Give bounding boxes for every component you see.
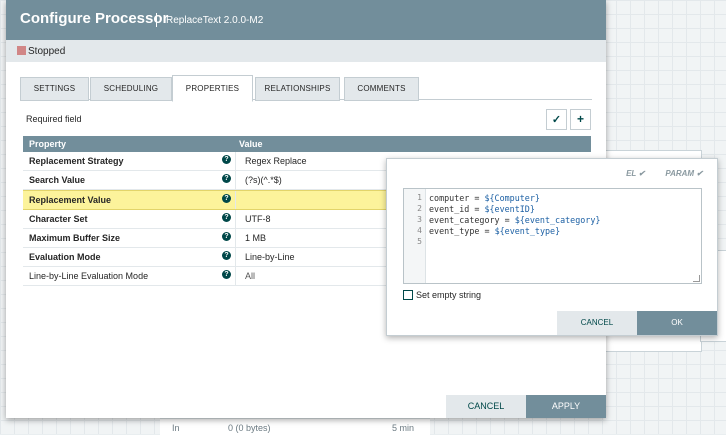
help-icon[interactable]: ? [222,174,231,183]
empty-string-checkbox[interactable] [403,290,413,300]
status-text: Stopped [28,46,66,57]
background-connection-stats: In 0 (0 bytes) 5 min [160,418,430,435]
tab-comments[interactable]: COMMENTS [344,77,419,101]
help-icon[interactable]: ? [222,251,231,260]
line-number: 1 [417,193,422,202]
help-icon[interactable]: ? [222,194,231,203]
property-name: Search Value [29,175,86,185]
property-value[interactable]: Line-by-Line [245,252,295,262]
property-value[interactable]: UTF-8 [245,214,271,224]
check-circle-icon: ✓ [551,114,562,126]
resize-handle[interactable] [693,275,700,282]
stopped-icon [17,46,26,55]
property-name: Replacement Value [29,195,112,205]
code-text: event_type = [429,226,495,236]
expression-text: ${event_type} [494,226,561,236]
column-divider [235,248,236,266]
tab-settings[interactable]: SETTINGS [20,77,89,101]
line-number: 3 [417,215,422,224]
line-number-gutter: 1 2 3 4 5 [404,189,426,283]
editor-flags: EL ✔ PARAM ✔ [608,169,703,178]
code-line: computer = ${Computer} [429,193,540,203]
expression-text: ${event_category} [514,215,601,225]
dialog-title: Configure Processor [20,10,169,27]
expression-text: ${eventID} [484,204,535,214]
tab-properties[interactable]: PROPERTIES [172,75,253,102]
code-text: event_category = [429,215,515,225]
dialog-subtitle: ReplaceText 2.0.0-M2 [166,15,264,26]
verify-button[interactable]: ✓ [546,109,567,130]
stats-in-label: In [172,423,180,433]
expression-text: ${Computer} [484,193,540,203]
required-field-note: Required field [26,114,82,124]
property-name: Replacement Strategy [29,156,124,166]
property-value[interactable]: All [245,271,255,281]
line-number: 2 [417,204,422,213]
column-divider [235,267,236,285]
table-header: Property Value [23,136,591,152]
header-value: Value [239,139,263,149]
property-value[interactable]: 1 MB [245,233,266,243]
code-line: event_category = ${event_category} [429,215,600,225]
add-property-button[interactable]: + [570,109,591,130]
help-icon[interactable]: ? [222,213,231,222]
stats-time: 5 min [392,423,415,433]
help-icon[interactable]: ? [222,232,231,241]
help-icon[interactable]: ? [222,270,231,279]
tab-scheduling[interactable]: SCHEDULING [90,77,172,101]
property-name: Evaluation Mode [29,252,101,262]
property-value-editor: EL ✔ PARAM ✔ 1 2 3 4 5 computer = ${Comp… [386,158,718,336]
plus-icon: + [576,112,584,126]
column-divider [235,191,236,209]
code-line: event_id = ${eventID} [429,204,535,214]
column-divider [235,229,236,247]
property-value[interactable]: Regex Replace [245,156,307,166]
column-divider [235,152,236,170]
code-text: computer = [429,193,485,203]
stats-bytes: 0 (0 bytes) [228,423,271,433]
column-divider [235,210,236,228]
status-bar: Stopped [6,40,606,62]
help-icon[interactable]: ? [222,155,231,164]
editor-ok-button[interactable]: OK [637,311,717,335]
cancel-button[interactable]: CANCEL [446,395,526,418]
empty-string-label: Set empty string [416,290,482,300]
line-number: 5 [417,237,422,246]
column-divider [235,171,236,189]
param-support-flag: PARAM ✔ [665,169,703,178]
dialog-header: Configure Processor ReplaceText 2.0.0-M2 [6,0,606,40]
property-name: Character Set [29,214,88,224]
editor-cancel-button[interactable]: CANCEL [557,311,637,335]
property-name: Line-by-Line Evaluation Mode [29,271,149,281]
code-line: event_type = ${event_type} [429,226,560,236]
value-textarea[interactable]: 1 2 3 4 5 computer = ${Computer} event_i… [403,188,702,284]
header-property: Property [29,139,67,149]
tab-relationships[interactable]: RELATIONSHIPS [255,77,340,101]
title-separator [156,13,157,27]
property-name: Maximum Buffer Size [29,233,121,243]
code-text: event_id = [429,204,485,214]
el-support-flag: EL ✔ [626,169,646,178]
line-number: 4 [417,226,422,235]
apply-button[interactable]: APPLY [526,395,606,418]
property-value[interactable]: (?s)(^.*$) [245,175,282,185]
